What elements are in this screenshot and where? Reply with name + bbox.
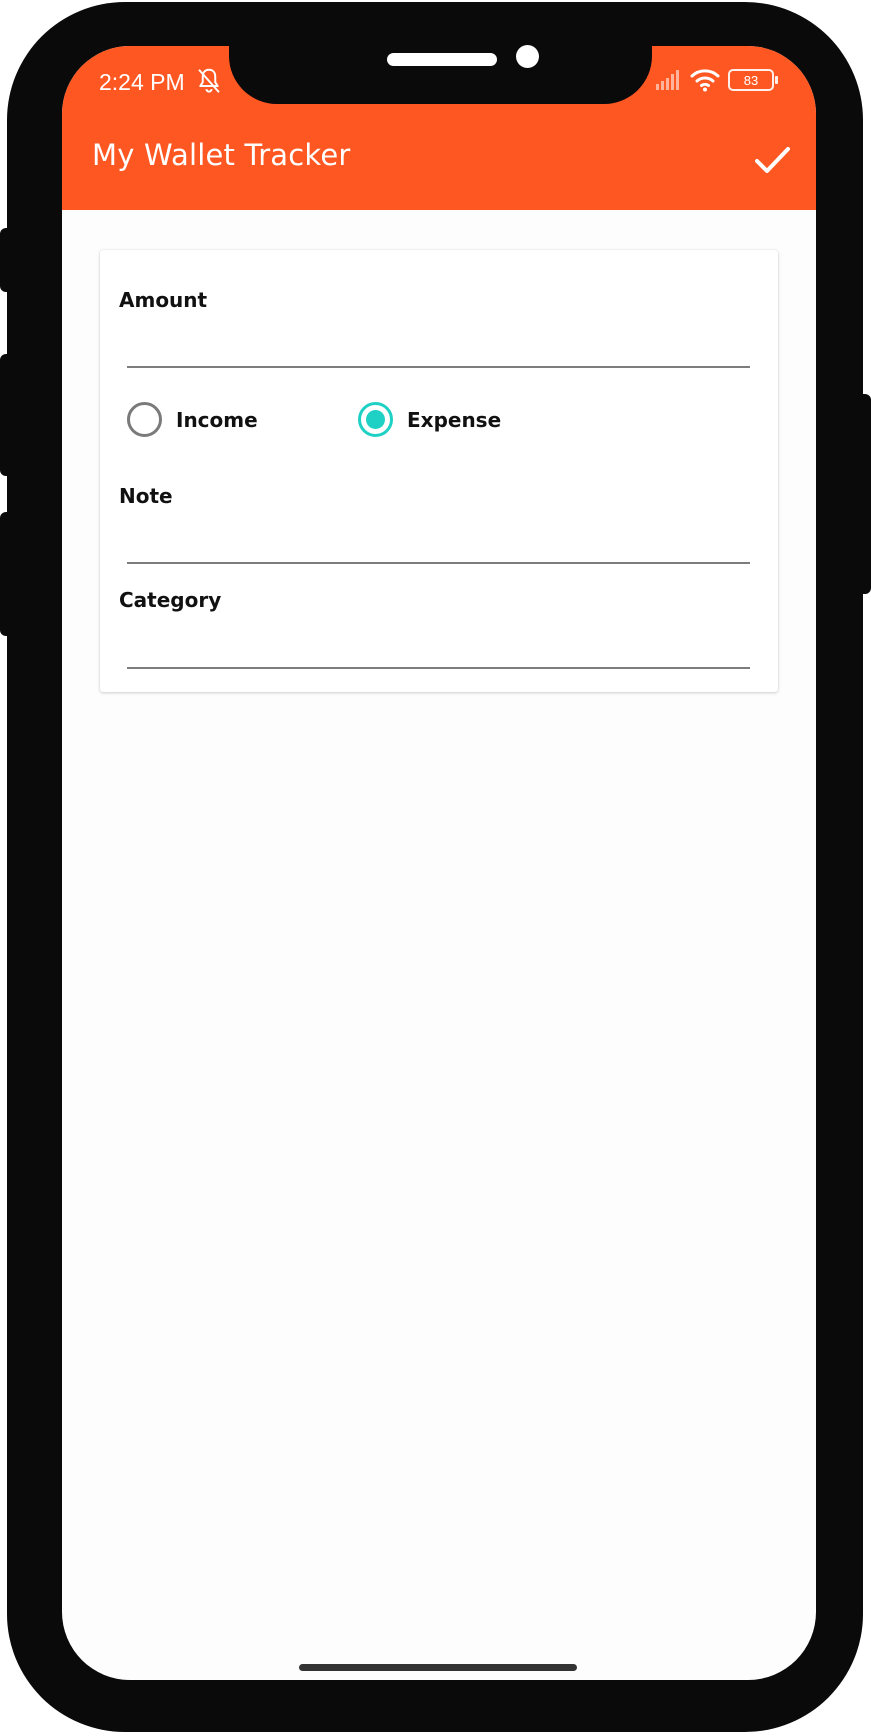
check-icon xyxy=(755,147,790,173)
phone-speaker xyxy=(387,53,497,66)
app-screen: 2:24 PM 83 My Wallet Tracker Amount Inco… xyxy=(62,46,816,1680)
transaction-form-card: Amount Income Expense Note Category xyxy=(100,250,778,692)
status-time: 2:24 PM xyxy=(99,69,185,95)
bell-off-icon xyxy=(198,68,220,93)
phone-camera xyxy=(516,45,539,68)
expense-radio-circle[interactable] xyxy=(358,402,393,437)
expense-radio[interactable]: Expense xyxy=(358,402,501,437)
category-label: Category xyxy=(119,588,222,612)
save-check-button[interactable] xyxy=(750,138,794,182)
note-input[interactable] xyxy=(127,522,750,564)
income-radio-label: Income xyxy=(176,407,258,432)
amount-input[interactable] xyxy=(127,326,750,368)
battery-level: 83 xyxy=(743,72,759,88)
expense-radio-label: Expense xyxy=(407,407,502,432)
income-radio[interactable]: Income xyxy=(127,402,258,437)
device-mockup: 2:24 PM 83 My Wallet Tracker Amount Inco… xyxy=(0,0,871,1736)
status-icons: 83 xyxy=(656,68,778,92)
home-indicator[interactable] xyxy=(299,1664,577,1671)
income-radio-circle[interactable] xyxy=(127,402,162,437)
signal-icon xyxy=(656,70,679,90)
wifi-icon xyxy=(690,69,720,92)
category-input[interactable] xyxy=(127,627,750,669)
page-title: My Wallet Tracker xyxy=(92,138,351,172)
phone-notch xyxy=(229,38,652,104)
amount-label: Amount xyxy=(119,288,208,312)
radio-selected-dot xyxy=(366,410,385,429)
note-label: Note xyxy=(119,484,173,508)
battery-icon: 83 xyxy=(728,69,778,91)
